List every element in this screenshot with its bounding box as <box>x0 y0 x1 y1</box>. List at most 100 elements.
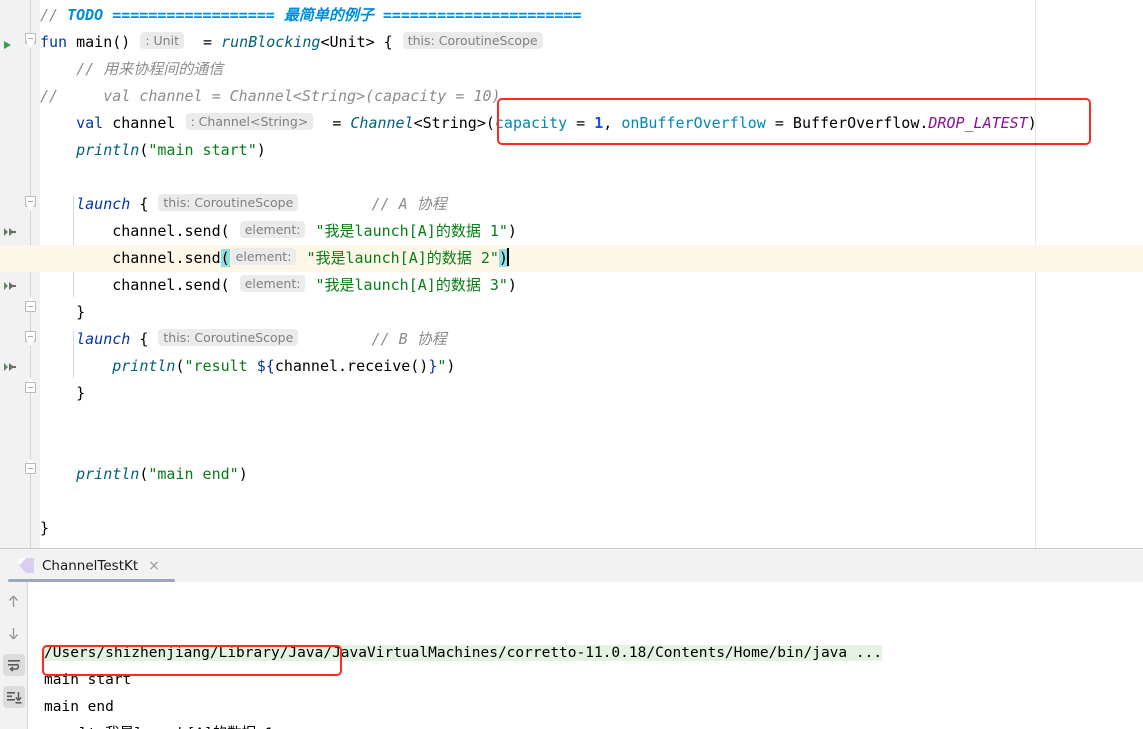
code-token: 我是 <box>324 276 355 294</box>
code-token: // val channel = Channel<String>(capacit… <box>40 87 501 105</box>
code-line[interactable]: println("result ${channel.receive()}") <box>40 353 455 380</box>
code-token: { <box>139 195 158 213</box>
code-token: println <box>40 465 140 483</box>
code-token: channel.receive() <box>274 357 429 375</box>
code-token: = BufferOverflow. <box>774 114 929 132</box>
code-token: channel.send( <box>40 222 239 240</box>
code-line[interactable]: } <box>40 515 49 542</box>
scroll-to-end-icon[interactable] <box>2 686 25 708</box>
run-tab-channeltestkt[interactable]: ChannelTestKt × <box>0 549 170 582</box>
scroll-down-icon[interactable] <box>3 622 25 644</box>
code-token: } <box>40 519 50 537</box>
inlay-hint: this: CoroutineScope <box>158 329 299 346</box>
code-token: launch <box>40 195 140 213</box>
code-token: 2" <box>471 249 499 267</box>
code-token: println <box>40 141 140 159</box>
code-token: ) <box>507 222 517 240</box>
inlay-hint: : Channel<String> <box>185 113 314 130</box>
code-token: "main end" <box>148 465 239 483</box>
code-token: 我是 <box>324 222 355 240</box>
code-token: ) <box>1027 114 1037 132</box>
code-line[interactable]: // 用来协程间的通信 <box>40 56 223 83</box>
console-output[interactable]: /Users/shizhenjiang/Library/Java/JavaVir… <box>28 582 1143 729</box>
code-token: "result <box>184 357 257 375</box>
code-token: Channel <box>350 114 414 132</box>
code-line[interactable]: channel.send( element: "我是launch[A]的数据 1… <box>40 218 517 245</box>
fold-marker-open-launch-a[interactable] <box>25 196 36 211</box>
code-token: 1" <box>480 222 508 240</box>
code-token: 1 <box>594 114 604 132</box>
inlay-hint: : Unit <box>140 32 184 49</box>
code-line[interactable]: launch { this: CoroutineScope // A 协程 <box>40 191 447 218</box>
kotlin-file-icon <box>18 557 35 574</box>
run-gutter-icon[interactable] <box>2 36 14 49</box>
code-token: // A <box>299 195 417 213</box>
console-body: /Users/shizhenjiang/Library/Java/JavaVir… <box>0 582 1143 729</box>
code-token: " <box>306 222 325 240</box>
code-token: // <box>40 6 68 24</box>
code-token: capacity <box>494 114 577 132</box>
console-line: main start <box>44 667 1143 694</box>
code-line[interactable]: // TODO ================== 最简单的例子 ======… <box>40 2 582 29</box>
soft-wrap-icon[interactable] <box>2 654 25 676</box>
code-token: launch[A] <box>354 276 436 294</box>
code-token: channel.send( <box>40 276 239 294</box>
code-token: , <box>603 114 622 132</box>
code-token: // <box>40 60 104 78</box>
fold-marker-close-launch-a[interactable] <box>25 297 36 312</box>
console-toolbar <box>0 582 28 729</box>
editor-gutter[interactable] <box>0 0 22 548</box>
code-token: runBlocking <box>221 33 321 51</box>
code-token: println <box>40 357 176 375</box>
code-token: // B <box>299 330 417 348</box>
run-tool-window: ChannelTestKt × /Users/shizhenjiang/Libr… <box>0 548 1143 729</box>
scroll-up-icon[interactable] <box>3 590 25 612</box>
code-line[interactable]: fun main() : Unit = runBlocking<Unit> { … <box>40 29 544 56</box>
inlay-hint: element: <box>239 221 306 238</box>
fold-marker-open-main[interactable] <box>25 33 36 48</box>
code-line[interactable]: println("main end") <box>40 461 248 488</box>
fold-marker-close-launch-b[interactable] <box>25 378 36 393</box>
code-token: 的数据 <box>426 249 472 267</box>
run-tab-label: ChannelTestKt <box>42 557 139 574</box>
code-token: launch[A] <box>345 249 427 267</box>
code-token: = <box>314 114 351 132</box>
code-token: ( <box>175 357 185 375</box>
code-token: " <box>297 249 316 267</box>
code-token: "main start" <box>148 141 257 159</box>
right-margin-guide <box>1035 0 1036 548</box>
code-line[interactable]: channel.send( element: "我是launch[A]的数据 3… <box>40 272 517 299</box>
code-line[interactable]: channel.send(element: "我是launch[A]的数据 2"… <box>0 245 1143 272</box>
code-token: ) <box>238 465 248 483</box>
code-line[interactable]: // val channel = Channel<String>(capacit… <box>40 83 501 110</box>
code-token: 协程 <box>416 195 447 213</box>
console-line-text: main end <box>44 699 114 715</box>
code-line[interactable]: } <box>40 299 85 326</box>
code-line[interactable]: } <box>40 380 85 407</box>
fold-marker-close-main[interactable] <box>25 459 36 474</box>
console-line: result 我是launch[A]的数据 1 <box>44 721 1143 729</box>
suspend-call-icon[interactable] <box>2 359 18 375</box>
code-token: ) <box>446 357 456 375</box>
code-line[interactable]: println("main start") <box>40 137 266 164</box>
console-line: main end <box>44 694 1143 721</box>
code-token: ====================== <box>373 6 582 24</box>
code-token: " <box>306 276 325 294</box>
inlay-hint: element: <box>239 275 306 292</box>
code-line[interactable]: val channel : Channel<String> = Channel<… <box>40 110 1037 137</box>
suspend-call-icon[interactable] <box>2 278 18 294</box>
code-text-area[interactable]: // TODO ================== 最简单的例子 ======… <box>0 0 1143 548</box>
code-token: onBufferOverflow <box>621 114 775 132</box>
code-token: = <box>576 114 595 132</box>
code-editor[interactable]: // TODO ================== 最简单的例子 ======… <box>0 0 1143 548</box>
code-token: <String>( <box>413 114 495 132</box>
code-token: 的数据 <box>435 276 481 294</box>
code-line[interactable]: launch { this: CoroutineScope // B 协程 <box>40 326 447 353</box>
suspend-call-icon[interactable] <box>2 224 18 240</box>
run-tab-bar: ChannelTestKt × <box>0 549 1143 582</box>
close-icon[interactable]: × <box>148 559 160 573</box>
code-token <box>506 248 509 266</box>
fold-marker-open-launch-b[interactable] <box>25 331 36 346</box>
code-token: { <box>139 330 158 348</box>
inlay-hint: element: <box>230 248 297 265</box>
